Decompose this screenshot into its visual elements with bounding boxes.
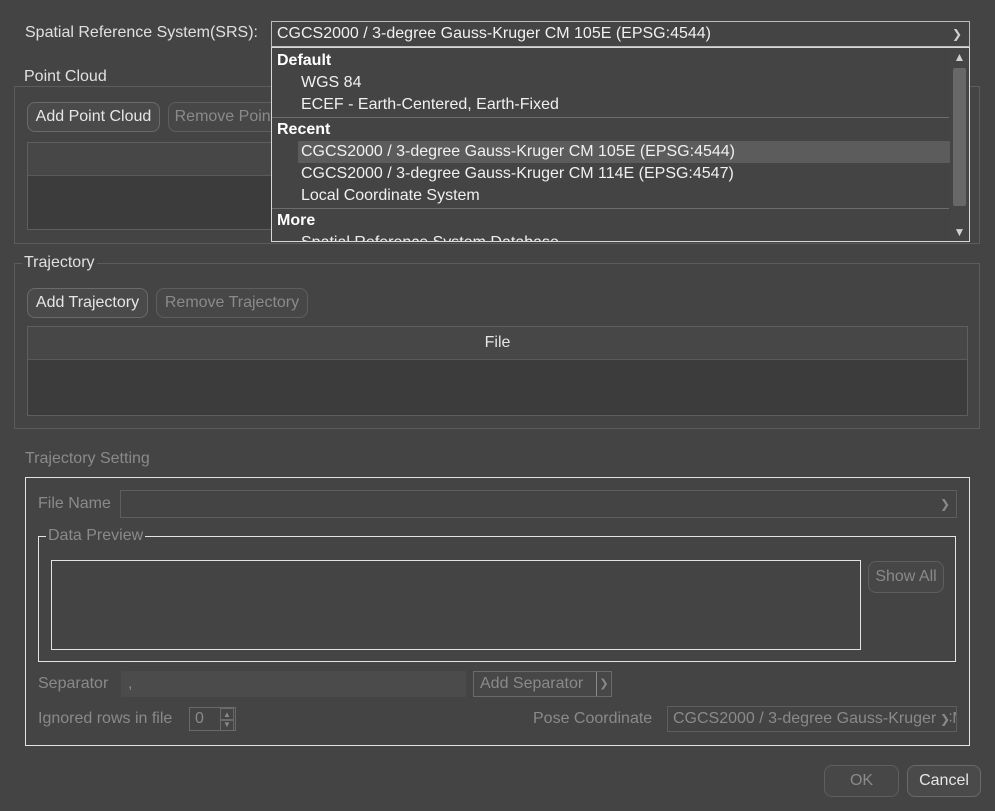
srs-combobox[interactable]: CGCS2000 / 3-degree Gauss-Kruger CM 105E… [271, 21, 970, 47]
dropdown-item-ecef[interactable]: ECEF - Earth-Centered, Earth-Fixed [301, 96, 559, 114]
ok-button[interactable]: OK [824, 765, 899, 797]
dropdown-group-header-default: Default [277, 52, 332, 69]
srs-dropdown-list[interactable]: Default WGS 84 ECEF - Earth-Centered, Ea… [271, 47, 970, 242]
file-name-label: File Name [38, 495, 111, 512]
chevron-down-icon: ❯ [596, 672, 611, 696]
dropdown-item-srs-database[interactable]: Spatial Reference System Database... [301, 234, 572, 241]
dropdown-item-local-coordinate-system[interactable]: Local Coordinate System [301, 187, 480, 205]
chevron-down-icon: ❯ [951, 27, 962, 41]
chevron-down-icon: ❯ [935, 707, 950, 731]
pose-coordinate-value: CGCS2000 / 3-degree Gauss-Kruger CM 105E… [673, 710, 956, 727]
trajectory-setting-title: Trajectory Setting [25, 450, 150, 467]
dropdown-group-header-recent: Recent [277, 121, 331, 138]
add-separator-combobox[interactable]: Add Separator ❯ [473, 671, 612, 697]
show-all-button[interactable]: Show All [868, 561, 944, 593]
pose-coordinate-label: Pose Coordinate [533, 710, 653, 727]
dropdown-scrollbar[interactable]: ▲ ▼ [950, 48, 969, 241]
separator-input[interactable]: , [121, 671, 466, 697]
ignored-rows-value: 0 [195, 710, 204, 727]
point-cloud-title: Point Cloud [22, 68, 109, 86]
data-preview-area[interactable] [51, 560, 861, 650]
data-preview-title: Data Preview [46, 527, 146, 545]
file-name-combobox[interactable]: ❯ [120, 490, 957, 518]
dropdown-group-header-more: More [277, 212, 316, 229]
trajectory-table-header-file[interactable]: File [28, 327, 967, 360]
trajectory-table[interactable]: File [27, 326, 968, 416]
spin-down-icon[interactable]: ▼ [220, 719, 234, 731]
srs-label: Spatial Reference System(SRS): [25, 24, 258, 41]
add-point-cloud-button[interactable]: Add Point Cloud [27, 102, 160, 132]
dropdown-separator [272, 117, 949, 118]
remove-trajectory-button[interactable]: Remove Trajectory [156, 288, 308, 318]
dropdown-separator [272, 208, 949, 209]
dropdown-item-epsg4544[interactable]: CGCS2000 / 3-degree Gauss-Kruger CM 105E… [301, 143, 735, 161]
chevron-down-icon: ❯ [939, 497, 950, 511]
ignored-rows-spinbox[interactable]: 0 ▲ ▼ [189, 707, 236, 731]
ignored-rows-label: Ignored rows in file [38, 710, 173, 727]
trajectory-title: Trajectory [22, 254, 97, 272]
scroll-up-icon[interactable]: ▲ [950, 50, 969, 64]
scrollbar-thumb[interactable] [953, 68, 966, 206]
srs-selected-value: CGCS2000 / 3-degree Gauss-Kruger CM 105E… [277, 25, 711, 42]
pose-coordinate-combobox[interactable]: CGCS2000 / 3-degree Gauss-Kruger CM 105E… [667, 706, 957, 732]
dropdown-item-epsg4547[interactable]: CGCS2000 / 3-degree Gauss-Kruger CM 114E… [301, 165, 734, 183]
scroll-down-icon[interactable]: ▼ [950, 225, 969, 239]
add-separator-label: Add Separator [480, 675, 584, 692]
separator-label: Separator [38, 675, 109, 692]
cancel-button[interactable]: Cancel [907, 765, 981, 797]
add-trajectory-button[interactable]: Add Trajectory [27, 288, 148, 318]
dropdown-item-wgs84[interactable]: WGS 84 [301, 74, 361, 92]
